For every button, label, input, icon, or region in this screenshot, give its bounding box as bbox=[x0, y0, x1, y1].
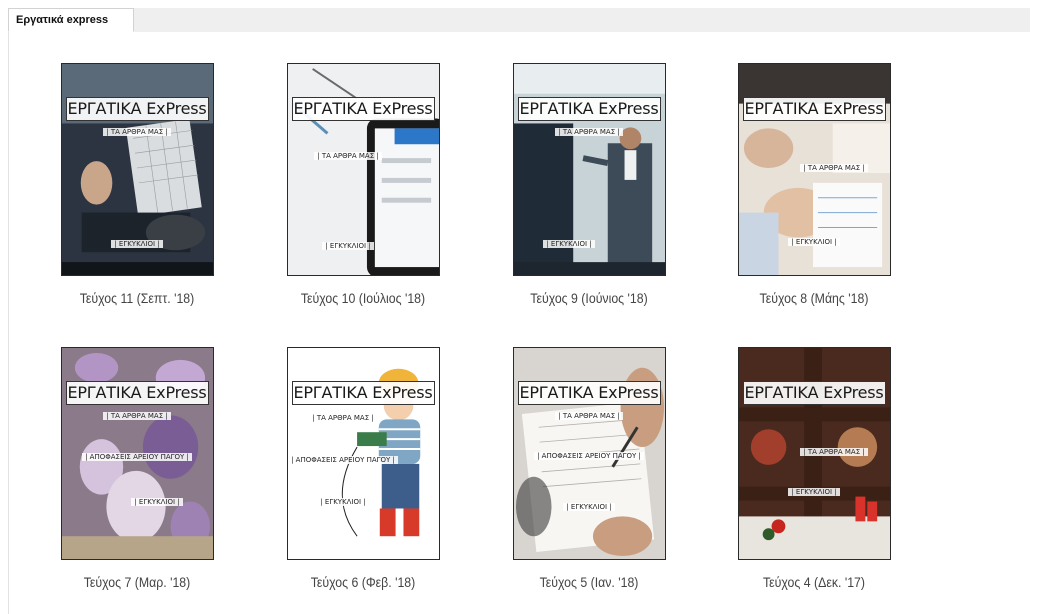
cover-section-label: | ΤΑ ΑΡΘΡΑ ΜΑΣ | bbox=[288, 414, 439, 422]
cover-section-label: | ΤΑ ΑΡΘΡΑ ΜΑΣ | bbox=[514, 412, 665, 420]
issue-caption[interactable]: Τεύχος 7 (Μαρ. '18) bbox=[40, 574, 234, 590]
cover-masthead: ΕΡΓΑΤΙΚΑ ExPress bbox=[65, 97, 209, 121]
issue-cover[interactable]: ΕΡΓΑΤΙΚΑ ExPress | ΤΑ ΑΡΘΡΑ ΜΑΣ | | ΕΓΚΥ… bbox=[60, 63, 214, 276]
issue-cover[interactable]: ΕΡΓΑΤΙΚΑ ExPress | ΤΑ ΑΡΘΡΑ ΜΑΣ | | ΑΠΟΦ… bbox=[286, 347, 440, 560]
issue-card[interactable]: ΕΡΓΑΤΙΚΑ ExPress | ΤΑ ΑΡΘΡΑ ΜΑΣ | | ΕΓΚΥ… bbox=[704, 63, 924, 306]
issue-cover[interactable]: ΕΡΓΑΤΙΚΑ ExPress | ΤΑ ΑΡΘΡΑ ΜΑΣ | | ΕΓΚΥ… bbox=[737, 63, 891, 276]
cover-section-label: | ΤΑ ΑΡΘΡΑ ΜΑΣ | bbox=[62, 128, 213, 136]
issue-cover[interactable]: ΕΡΓΑΤΙΚΑ ExPress | ΤΑ ΑΡΘΡΑ ΜΑΣ | | ΑΠΟΦ… bbox=[512, 347, 666, 560]
cover-masthead: ΕΡΓΑΤΙΚΑ ExPress bbox=[517, 381, 661, 405]
cover-masthead: ΕΡΓΑΤΙΚΑ ExPress bbox=[742, 381, 886, 405]
issues-panel: ΕΡΓΑΤΙΚΑ ExPress | ΤΑ ΑΡΘΡΑ ΜΑΣ | | ΕΓΚΥ… bbox=[8, 32, 1031, 614]
issue-caption[interactable]: Τεύχος 4 (Δεκ. '17) bbox=[717, 574, 911, 590]
cover-masthead: ΕΡΓΑΤΙΚΑ ExPress bbox=[517, 97, 661, 121]
issue-card[interactable]: ΕΡΓΑΤΙΚΑ ExPress | ΤΑ ΑΡΘΡΑ ΜΑΣ | | ΕΓΚΥ… bbox=[27, 63, 247, 306]
cover-section-label: | ΤΑ ΑΡΘΡΑ ΜΑΣ | bbox=[779, 448, 890, 456]
cover-section-label: | ΕΓΚΥΚΛΙΟΙ | bbox=[514, 240, 665, 248]
tab-bar: Εργατικά express bbox=[8, 8, 1030, 33]
cover-section-label: | ΤΑ ΑΡΘΡΑ ΜΑΣ | bbox=[62, 412, 213, 420]
issue-caption[interactable]: Τεύχος 8 (Μάης '18) bbox=[717, 290, 911, 306]
cover-section-label: | ΑΠΟΦΑΣΕΙΣ ΑΡΕΙΟΥ ΠΑΓΟΥ | bbox=[288, 456, 439, 464]
tab-ergatika-express[interactable]: Εργατικά express bbox=[8, 8, 134, 32]
issue-cover[interactable]: ΕΡΓΑΤΙΚΑ ExPress | ΤΑ ΑΡΘΡΑ ΜΑΣ | | ΑΠΟΦ… bbox=[60, 347, 214, 560]
cover-section-label: | ΕΓΚΥΚΛΙΟΙ | bbox=[514, 503, 665, 511]
cover-masthead: ΕΡΓΑΤΙΚΑ ExPress bbox=[291, 381, 435, 405]
issue-caption[interactable]: Τεύχος 6 (Φεβ. '18) bbox=[266, 574, 460, 590]
issue-card[interactable]: ΕΡΓΑΤΙΚΑ ExPress | ΤΑ ΑΡΘΡΑ ΜΑΣ | | ΕΓΚΥ… bbox=[704, 347, 924, 590]
issue-cover[interactable]: ΕΡΓΑΤΙΚΑ ExPress | ΤΑ ΑΡΘΡΑ ΜΑΣ | | ΕΓΚΥ… bbox=[737, 347, 891, 560]
cover-section-label: | ΕΓΚΥΚΛΙΟΙ | bbox=[288, 498, 439, 506]
issue-caption[interactable]: Τεύχος 5 (Ιαν. '18) bbox=[492, 574, 686, 590]
cover-section-label: | ΕΓΚΥΚΛΙΟΙ | bbox=[288, 242, 439, 250]
cover-section-label: | ΤΑ ΑΡΘΡΑ ΜΑΣ | bbox=[288, 152, 439, 160]
issue-card[interactable]: ΕΡΓΑΤΙΚΑ ExPress | ΤΑ ΑΡΘΡΑ ΜΑΣ | | ΕΓΚΥ… bbox=[479, 63, 699, 306]
cover-section-label: | ΤΑ ΑΡΘΡΑ ΜΑΣ | bbox=[779, 164, 890, 172]
cover-image bbox=[287, 348, 439, 559]
cover-section-label: | ΕΓΚΥΚΛΙΟΙ | bbox=[739, 238, 890, 246]
issue-caption[interactable]: Τεύχος 9 (Ιούνιος '18) bbox=[492, 290, 686, 306]
cover-masthead: ΕΡΓΑΤΙΚΑ ExPress bbox=[291, 97, 435, 121]
cover-section-label: | ΑΠΟΦΑΣΕΙΣ ΑΡΕΙΟΥ ΠΑΓΟΥ | bbox=[514, 452, 665, 460]
cover-section-label: | ΕΓΚΥΚΛΙΟΙ | bbox=[102, 498, 213, 506]
cover-section-label: | ΤΑ ΑΡΘΡΑ ΜΑΣ | bbox=[514, 128, 665, 136]
cover-section-label: | ΑΠΟΦΑΣΕΙΣ ΑΡΕΙΟΥ ΠΑΓΟΥ | bbox=[62, 453, 213, 461]
issue-card[interactable]: ΕΡΓΑΤΙΚΑ ExPress | ΤΑ ΑΡΘΡΑ ΜΑΣ | | ΑΠΟΦ… bbox=[479, 347, 699, 590]
issue-caption[interactable]: Τεύχος 10 (Ιούλιος '18) bbox=[266, 290, 460, 306]
cover-section-label: | ΕΓΚΥΚΛΙΟΙ | bbox=[739, 488, 890, 496]
cover-masthead: ΕΡΓΑΤΙΚΑ ExPress bbox=[742, 97, 886, 121]
issue-card[interactable]: ΕΡΓΑΤΙΚΑ ExPress | ΤΑ ΑΡΘΡΑ ΜΑΣ | | ΕΓΚΥ… bbox=[253, 63, 473, 306]
issue-cover[interactable]: ΕΡΓΑΤΙΚΑ ExPress | ΤΑ ΑΡΘΡΑ ΜΑΣ | | ΕΓΚΥ… bbox=[286, 63, 440, 276]
issue-caption[interactable]: Τεύχος 11 (Σεπτ. '18) bbox=[40, 290, 234, 306]
issue-cover[interactable]: ΕΡΓΑΤΙΚΑ ExPress | ΤΑ ΑΡΘΡΑ ΜΑΣ | | ΕΓΚΥ… bbox=[512, 63, 666, 276]
issue-card[interactable]: ΕΡΓΑΤΙΚΑ ExPress | ΤΑ ΑΡΘΡΑ ΜΑΣ | | ΑΠΟΦ… bbox=[253, 347, 473, 590]
cover-masthead: ΕΡΓΑΤΙΚΑ ExPress bbox=[65, 381, 209, 405]
cover-section-label: | ΕΓΚΥΚΛΙΟΙ | bbox=[62, 240, 213, 248]
issue-card[interactable]: ΕΡΓΑΤΙΚΑ ExPress | ΤΑ ΑΡΘΡΑ ΜΑΣ | | ΑΠΟΦ… bbox=[27, 347, 247, 590]
